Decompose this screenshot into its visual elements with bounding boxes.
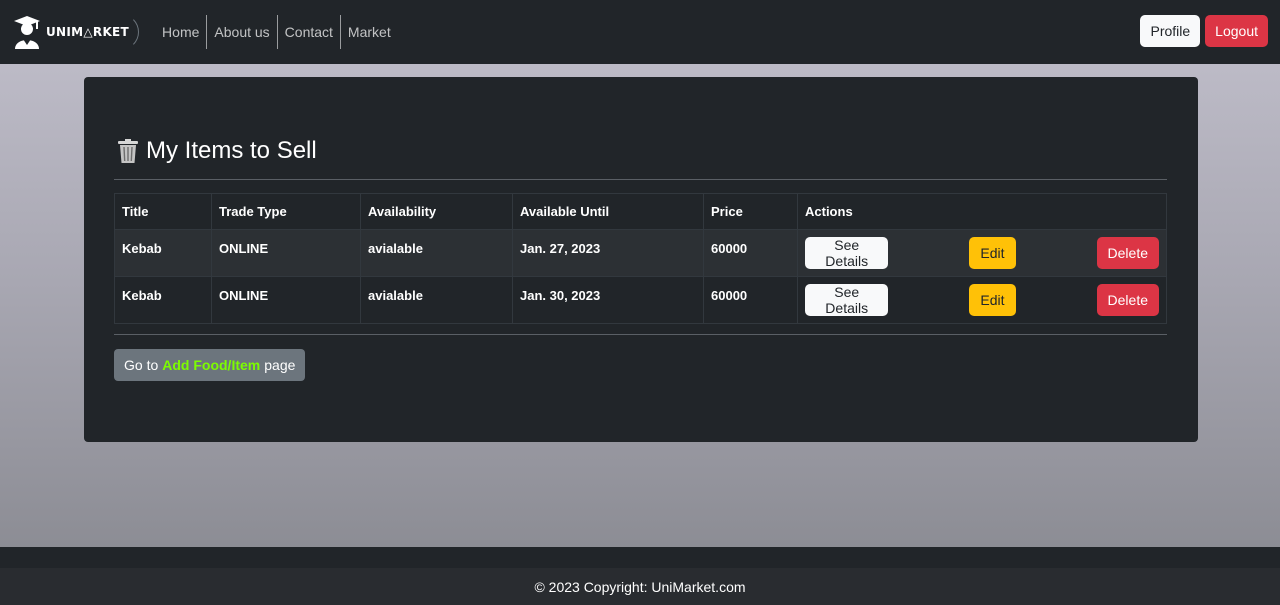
delete-button[interactable]: Delete	[1096, 237, 1159, 269]
edit-button[interactable]: Edit	[969, 284, 1016, 316]
table-row: Kebab ONLINE avialable Jan. 30, 2023 600…	[114, 276, 1167, 324]
profile-button[interactable]: Profile	[1140, 15, 1201, 47]
col-trade-type: Trade Type	[211, 193, 361, 230]
col-available-until: Available Until	[512, 193, 704, 230]
brand-logo-link[interactable]: UNIM△RKET	[12, 12, 140, 52]
edit-button[interactable]: Edit	[969, 237, 1016, 269]
add-item-prefix: Go to	[124, 357, 159, 373]
page-title: My Items to Sell	[116, 137, 317, 165]
add-item-page-button[interactable]: Go to Add Food/Item page	[114, 349, 306, 381]
navbar: UNIM△RKET Home About us Contact Market P…	[0, 0, 1280, 64]
cell-price: 60000	[703, 229, 798, 277]
cell-availability: avialable	[360, 229, 513, 277]
divider-top	[114, 179, 1167, 180]
nav-link-contact[interactable]: Contact	[276, 15, 340, 49]
add-item-highlight: Add Food/Item	[162, 357, 261, 373]
nav-link-about[interactable]: About us	[206, 15, 276, 49]
cell-actions: See Details Edit Delete	[797, 229, 1167, 277]
divider-bottom	[114, 334, 1167, 335]
cell-trade-type: ONLINE	[211, 229, 361, 277]
see-details-button[interactable]: See Details	[805, 237, 889, 269]
footer: © 2023 Copyright: UniMarket.com	[0, 568, 1280, 605]
header-actions: Profile Logout	[1140, 15, 1268, 47]
copyright-text: © 2023 Copyright: UniMarket.com	[534, 578, 746, 595]
table-row: Kebab ONLINE avialable Jan. 27, 2023 600…	[114, 229, 1167, 277]
cell-available-until: Jan. 30, 2023	[512, 276, 704, 324]
cell-title: Kebab	[114, 229, 212, 277]
page-title-text: My Items to Sell	[146, 137, 317, 164]
col-availability: Availability	[360, 193, 513, 230]
items-card: My Items to Sell Title Trade Type Availa…	[84, 77, 1198, 442]
brand-arc	[113, 14, 140, 50]
cell-trade-type: ONLINE	[211, 276, 361, 324]
col-title: Title	[114, 193, 212, 230]
graduate-logo-icon	[14, 16, 40, 49]
see-details-button[interactable]: See Details	[805, 284, 889, 316]
col-actions: Actions	[797, 193, 1167, 230]
items-table: Title Trade Type Availability Available …	[114, 193, 1167, 324]
add-item-suffix: page	[264, 357, 296, 373]
cell-price: 60000	[703, 276, 798, 324]
cell-availability: avialable	[360, 276, 513, 324]
table-header-row: Title Trade Type Availability Available …	[114, 193, 1167, 230]
nav-link-home[interactable]: Home	[155, 15, 206, 49]
delete-button[interactable]: Delete	[1096, 284, 1159, 316]
col-price: Price	[703, 193, 798, 230]
cell-actions: See Details Edit Delete	[797, 276, 1167, 324]
cell-title: Kebab	[114, 276, 212, 324]
logout-button[interactable]: Logout	[1205, 15, 1268, 47]
nav-link-market[interactable]: Market	[339, 15, 398, 49]
nav-links: Home About us Contact Market	[155, 15, 398, 49]
trash-can-icon	[118, 139, 138, 163]
footer-band	[0, 547, 1280, 568]
cell-available-until: Jan. 27, 2023	[512, 229, 704, 277]
